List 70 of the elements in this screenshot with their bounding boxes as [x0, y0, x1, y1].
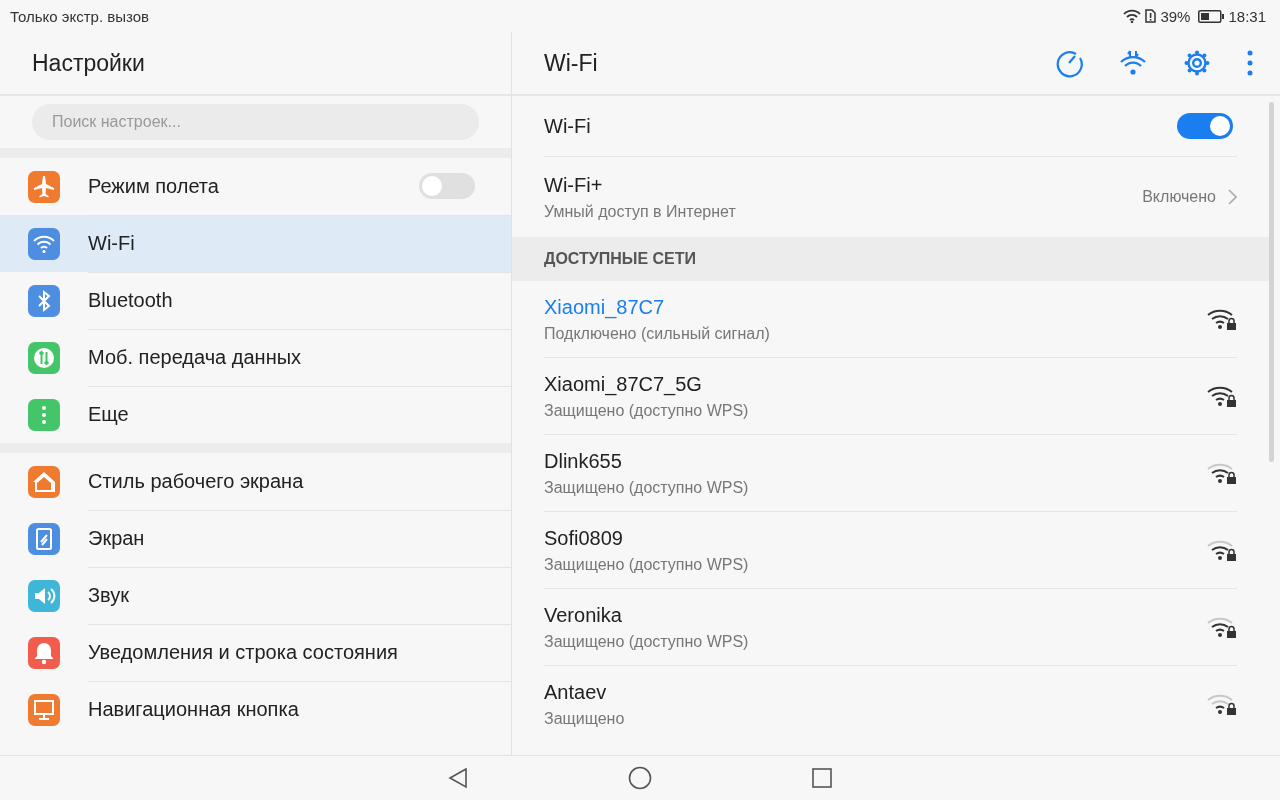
settings-label: Стиль рабочего экрана: [88, 469, 304, 493]
wifi-lock-icon: [1207, 538, 1237, 562]
settings-item[interactable]: Стиль рабочего экрана: [0, 453, 511, 510]
speed-gauge-icon[interactable]: [1054, 48, 1084, 78]
settings-item[interactable]: Wi-Fi: [0, 215, 511, 272]
network-status: Защищено (доступно WPS): [544, 632, 749, 651]
network-name: Sofi0809: [544, 526, 624, 550]
settings-item[interactable]: Звук: [0, 567, 511, 624]
network-name: Veronika: [544, 603, 623, 627]
settings-label: Уведомления и строка состояния: [88, 640, 398, 664]
chevron-icon: [1228, 189, 1237, 205]
network-item[interactable]: Xiaomi_87C7 Подключено (сильный сигнал): [544, 281, 1237, 358]
wifi-lock-icon: [1207, 307, 1237, 331]
network-status: Защищено: [544, 709, 625, 728]
settings-item[interactable]: Экран: [0, 510, 511, 567]
network-name: Xiaomi_87C7_5G: [544, 372, 703, 396]
wifi-lock-icon: [1207, 692, 1237, 716]
network-item[interactable]: Veronika Защищено (доступно WPS): [544, 589, 1237, 666]
clock-time: 18:31: [1228, 7, 1266, 25]
network-name: Dlink655: [544, 449, 623, 473]
network-item[interactable]: Sofi0809 Защищено (доступно WPS): [544, 512, 1237, 589]
wifi-plus-subtitle: Умный доступ в Интернет: [544, 202, 736, 221]
settings-label: Навигационная кнопка: [88, 698, 299, 721]
battery-percent: 39%: [1160, 7, 1191, 25]
settings-label: Bluetooth: [88, 288, 173, 312]
wifi-label: Wi-Fi: [544, 114, 591, 138]
network-status: Защищено (доступно WPS): [544, 401, 749, 420]
sim-alert-icon: [1145, 9, 1157, 23]
settings-item[interactable]: Моб. передача данных: [0, 329, 511, 386]
network-item[interactable]: Dlink655 Защищено (доступно WPS): [544, 435, 1237, 512]
status-text: Только экстр. вызов: [10, 7, 149, 25]
section-header: ДОСТУПНЫЕ СЕТИ: [512, 237, 1269, 281]
menu-icon[interactable]: [1246, 50, 1254, 76]
settings-item[interactable]: Уведомления и строка состояния: [0, 624, 511, 681]
settings-label: Моб. передача данных: [88, 345, 302, 369]
settings-item[interactable]: Еще: [0, 386, 511, 443]
search-field[interactable]: Поиск настроек...: [32, 104, 479, 140]
settings-label: Экран: [88, 526, 145, 550]
network-status: Защищено (доступно WPS): [544, 555, 749, 574]
settings-label: Звук: [88, 583, 129, 607]
settings-item[interactable]: Bluetooth: [0, 272, 511, 329]
settings-label: Еще: [88, 403, 129, 426]
home-icon[interactable]: [628, 766, 652, 790]
settings-item[interactable]: Режим полета: [0, 158, 511, 215]
network-item[interactable]: Xiaomi_87C7_5G Защищено (доступно WPS): [544, 358, 1237, 435]
recent-apps-icon[interactable]: [812, 768, 832, 788]
network-name: Antaev: [544, 680, 608, 704]
network-name: Xiaomi_87C7: [544, 295, 666, 319]
wifi-lock-icon: [1207, 384, 1237, 408]
wifi-plus-value: Включено: [1142, 188, 1216, 206]
toggle-switch[interactable]: [419, 173, 475, 199]
network-status: Подключено (сильный сигнал): [544, 324, 770, 343]
toggle-switch[interactable]: [1177, 113, 1233, 139]
settings-label: Wi-Fi: [88, 231, 135, 255]
scrollbar[interactable]: [1269, 102, 1274, 462]
settings-title: Настройки: [32, 49, 145, 77]
wifi-transfer-icon[interactable]: [1118, 48, 1148, 78]
wifi-plus-label: Wi-Fi+: [544, 173, 604, 197]
settings-icon[interactable]: [1182, 48, 1212, 78]
wifi-page-title: Wi-Fi: [544, 49, 598, 77]
wifi-plus-row[interactable]: Wi-Fi+ Умный доступ в Интернет Включено: [544, 157, 1237, 237]
network-item[interactable]: Antaev Защищено: [544, 666, 1237, 742]
settings-label: Режим полета: [88, 174, 219, 198]
back-icon[interactable]: [448, 767, 468, 789]
battery-icon: [1198, 9, 1225, 23]
wifi-signal-icon: [1123, 9, 1142, 23]
network-status: Защищено (доступно WPS): [544, 478, 749, 497]
settings-item[interactable]: Навигационная кнопка: [0, 681, 511, 738]
wifi-lock-icon: [1207, 461, 1237, 485]
wifi-lock-icon: [1207, 615, 1237, 639]
